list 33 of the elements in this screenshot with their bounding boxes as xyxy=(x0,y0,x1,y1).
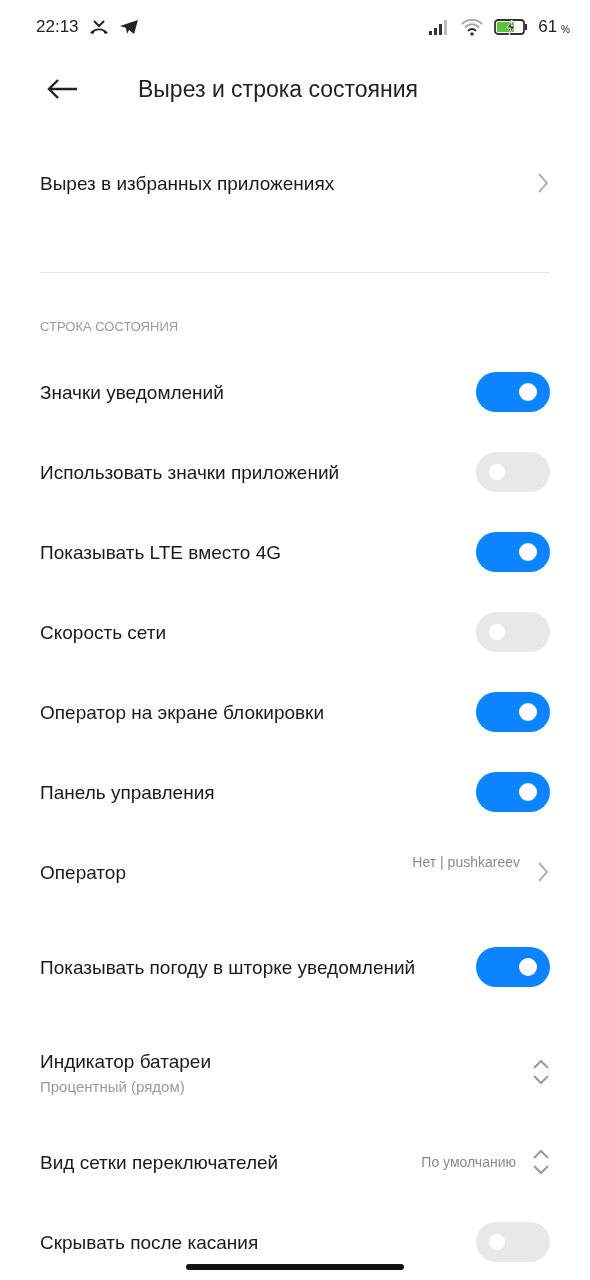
setting-label: Оператор на экране блокировки xyxy=(40,700,326,725)
setting-label: Вид сетки переключателей xyxy=(40,1150,280,1175)
percent-sign: % xyxy=(561,23,570,35)
setting-label: Скрывать после касания xyxy=(40,1230,260,1255)
setting-label: Вырез в избранных приложениях xyxy=(40,171,336,196)
setting-label: Показывать погоду в шторке уведомлений xyxy=(40,955,417,980)
section-header: СТРОКА СОСТОЯНИЯ xyxy=(39,318,180,336)
clock: 22:13 xyxy=(36,17,79,37)
setting-subtitle: Процентный (рядом) xyxy=(40,1078,186,1095)
chevron-right-icon xyxy=(536,861,550,883)
setting-label: Значки уведомлений xyxy=(40,380,225,405)
setting-label: Панель управления xyxy=(40,780,216,805)
up-down-arrows-icon xyxy=(532,1058,550,1086)
setting-label: Использовать значки приложений xyxy=(40,460,341,485)
setting-label: Индикатор батареи xyxy=(40,1050,213,1074)
toggle-switch[interactable] xyxy=(476,947,550,987)
battery-percent: 61 xyxy=(538,17,558,37)
page-title: Вырез и строка состояния xyxy=(138,75,419,103)
setting-label: Оператор xyxy=(40,860,127,885)
chevron-right-icon xyxy=(536,172,550,194)
setting-label: Показывать LTE вместо 4G xyxy=(40,540,282,565)
setting-label: Скорость сети xyxy=(40,620,168,645)
toggle-switch[interactable] xyxy=(476,692,550,732)
toggle-switch[interactable] xyxy=(476,532,550,572)
up-down-arrows-icon xyxy=(532,1148,550,1176)
setting-value: Нет | pushkareev xyxy=(412,854,520,870)
setting-value: По умолчанию xyxy=(421,1154,516,1170)
toggle-switch[interactable] xyxy=(476,772,550,812)
back-arrow-icon[interactable] xyxy=(46,78,78,100)
wifi-icon xyxy=(460,18,485,36)
toggle-switch[interactable] xyxy=(476,372,550,412)
battery-charging-icon xyxy=(494,18,529,36)
missed-call-icon xyxy=(88,19,109,35)
